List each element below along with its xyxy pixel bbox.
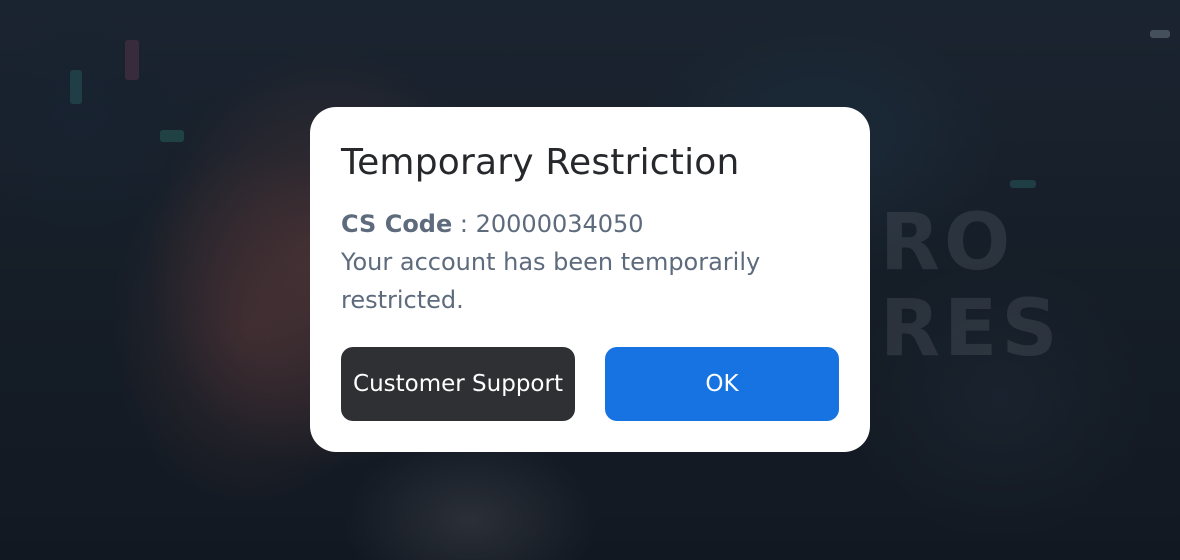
restriction-dialog: Temporary Restriction CS Code : 20000034…	[310, 107, 870, 452]
dialog-button-row: Customer Support OK	[341, 347, 839, 421]
ok-button[interactable]: OK	[605, 347, 839, 421]
cs-code-value: 20000034050	[475, 210, 644, 238]
game-screen: RO RES Temporary Restriction CS Code : 2…	[0, 0, 1180, 560]
dialog-message-body: CS Code : 20000034050 Your account has b…	[341, 205, 781, 319]
dialog-title: Temporary Restriction	[341, 142, 740, 183]
cs-code-separator: :	[452, 210, 476, 238]
restriction-message: Your account has been temporarily restri…	[341, 248, 761, 314]
cs-code-line: CS Code : 20000034050	[341, 205, 781, 243]
customer-support-button[interactable]: Customer Support	[341, 347, 575, 421]
cs-code-label: CS Code	[341, 210, 453, 238]
